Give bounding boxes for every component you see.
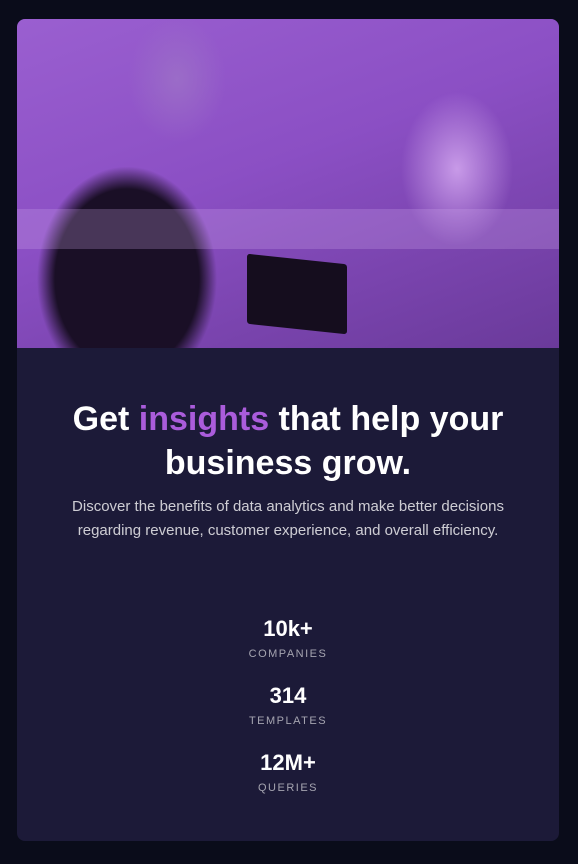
title-text: Get xyxy=(72,400,139,438)
card-description: Discover the benefits of data analytics … xyxy=(72,498,504,539)
hero-image xyxy=(17,19,559,348)
stat-queries: 12M+ QUERIES xyxy=(17,750,559,794)
title-accent: insights xyxy=(138,400,270,438)
stat-value: 314 xyxy=(269,683,307,708)
stat-label: TEMPLATES xyxy=(248,715,328,727)
stat-companies: 10k+ COMPANIES xyxy=(17,616,559,660)
stats-preview-card: Get insights that help your business gro… xyxy=(17,19,559,841)
image-laptop xyxy=(247,253,347,335)
stat-value: 10k+ xyxy=(263,616,313,641)
image-table xyxy=(17,209,559,249)
stat-templates: 314 TEMPLATES xyxy=(17,683,559,727)
stat-value: 12M+ xyxy=(260,750,316,775)
stat-label: QUERIES xyxy=(257,782,318,794)
stat-label: COMPANIES xyxy=(248,648,328,660)
card-title: Get insights that help your business gro… xyxy=(17,397,559,485)
